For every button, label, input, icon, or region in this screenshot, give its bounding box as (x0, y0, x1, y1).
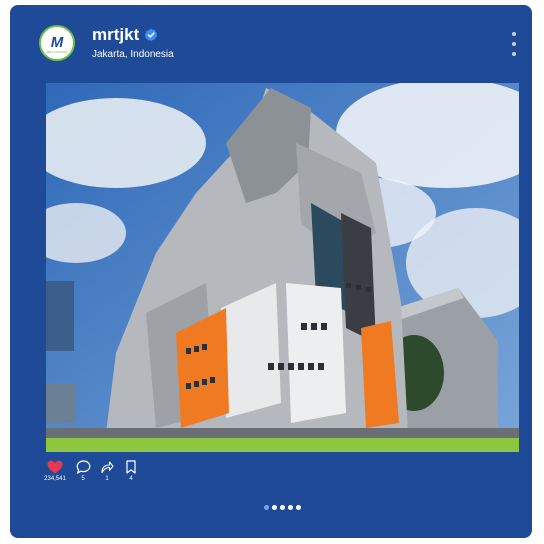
avatar[interactable]: M MRT JAKARTA (39, 25, 75, 61)
post-image[interactable] (46, 83, 519, 452)
verified-badge-icon (144, 28, 158, 41)
like-action[interactable]: 234,541 (40, 460, 70, 483)
svg-text:MRT JAKARTA: MRT JAKARTA (47, 50, 67, 54)
share-arrow-icon[interactable] (100, 460, 114, 474)
carousel-indicator[interactable] (264, 505, 301, 510)
post-location[interactable]: Jakarta, Indonesia (92, 49, 174, 61)
post-header: mrtjkt (92, 25, 158, 45)
carousel-dot[interactable] (288, 505, 293, 510)
comment-icon[interactable] (76, 460, 91, 474)
building-photo-icon (46, 83, 519, 452)
bookmark-icon[interactable] (125, 460, 137, 474)
heart-icon[interactable] (47, 460, 63, 474)
like-count: 234,541 (44, 476, 66, 482)
carousel-dot[interactable] (280, 505, 285, 510)
username[interactable]: mrtjkt (92, 25, 139, 45)
save-count: 4 (129, 476, 133, 482)
carousel-dot[interactable] (296, 505, 301, 510)
more-options-icon[interactable] (510, 32, 518, 56)
post-actions: 234,541 5 1 4 (40, 460, 160, 490)
mrt-logo-icon: M MRT JAKARTA (47, 34, 67, 54)
svg-text:M: M (51, 34, 64, 51)
save-action[interactable]: 4 (116, 460, 146, 483)
carousel-dot[interactable] (264, 505, 269, 510)
carousel-dot[interactable] (272, 505, 277, 510)
post-card: M MRT JAKARTA mrtjkt Jakarta, Indonesia (10, 5, 532, 538)
